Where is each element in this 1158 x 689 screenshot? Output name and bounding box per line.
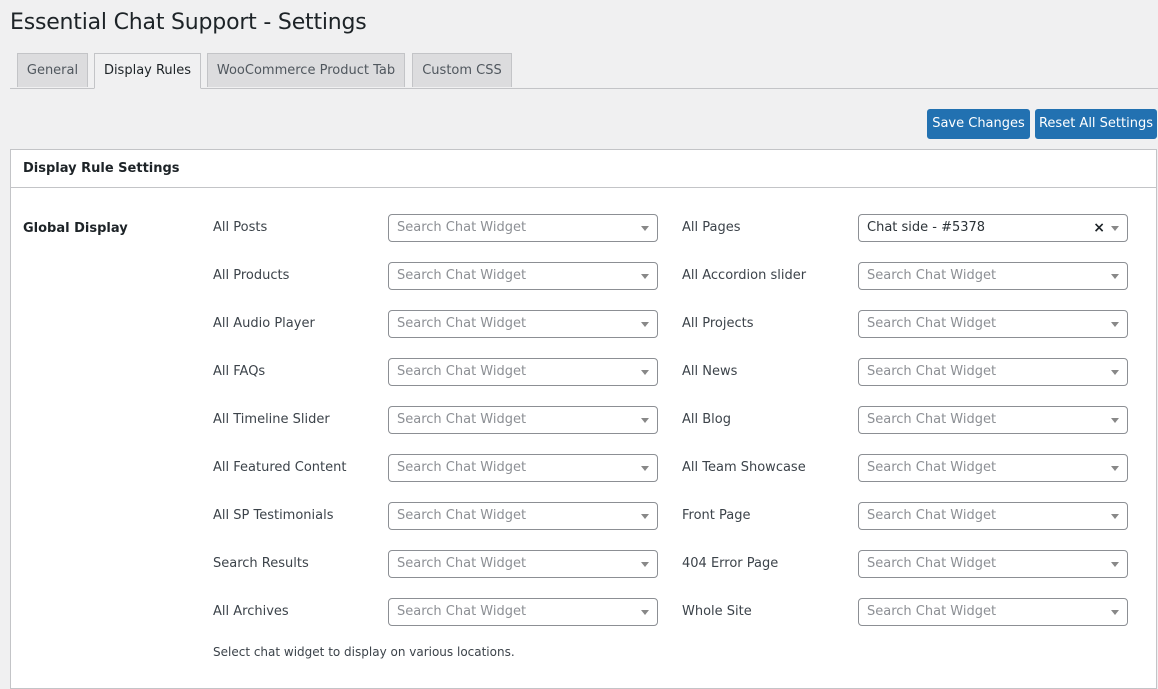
widget-select-search-results[interactable]: Search Chat Widget [388, 550, 658, 578]
tab-woocommerce-product-tab[interactable]: WooCommerce Product Tab [207, 53, 405, 87]
widget-select-all-team-showcase[interactable]: Search Chat Widget [858, 454, 1128, 482]
tab-display-rules[interactable]: Display Rules [94, 53, 201, 89]
dropdown-arrow-icon[interactable] [1111, 610, 1119, 615]
select-placeholder: Search Chat Widget [397, 364, 527, 379]
dropdown-arrow-icon[interactable] [1111, 274, 1119, 279]
dropdown-arrow-icon[interactable] [641, 274, 649, 279]
field-label-all-timeline-slider: All Timeline Slider [213, 412, 330, 427]
panel-title: Display Rule Settings [11, 150, 1156, 188]
display-rule-settings-panel: Display Rule Settings Global Display All… [10, 149, 1157, 689]
select-placeholder: Search Chat Widget [397, 412, 527, 427]
select-placeholder: Search Chat Widget [397, 220, 527, 235]
selected-value: Chat side - #5378 [867, 220, 986, 235]
select-placeholder: Search Chat Widget [397, 556, 527, 571]
field-label-404-error-page: 404 Error Page [682, 556, 779, 571]
widget-select-all-projects[interactable]: Search Chat Widget [858, 310, 1128, 338]
dropdown-arrow-icon[interactable] [1111, 370, 1119, 375]
dropdown-arrow-icon[interactable] [641, 322, 649, 327]
dropdown-arrow-icon[interactable] [1111, 562, 1119, 567]
select-placeholder: Search Chat Widget [867, 364, 997, 379]
widget-select-all-featured-content[interactable]: Search Chat Widget [388, 454, 658, 482]
global-display-label: Global Display [23, 221, 128, 236]
help-text: Select chat widget to display on various… [213, 645, 515, 659]
widget-select-all-archives[interactable]: Search Chat Widget [388, 598, 658, 626]
widget-select-all-pages[interactable]: Chat side - #5378 × [858, 214, 1128, 242]
field-label-all-posts: All Posts [213, 220, 268, 235]
clear-selection-icon[interactable]: × [1093, 215, 1105, 241]
select-placeholder: Search Chat Widget [397, 316, 527, 331]
dropdown-arrow-icon[interactable] [1111, 418, 1119, 423]
select-placeholder: Search Chat Widget [867, 412, 997, 427]
field-label-front-page: Front Page [682, 508, 751, 523]
dropdown-arrow-icon[interactable] [1111, 514, 1119, 519]
widget-select-all-posts[interactable]: Search Chat Widget [388, 214, 658, 242]
widget-select-all-blog[interactable]: Search Chat Widget [858, 406, 1128, 434]
field-label-all-team-showcase: All Team Showcase [682, 460, 806, 475]
dropdown-arrow-icon[interactable] [1111, 322, 1119, 327]
page-title: Essential Chat Support - Settings [10, 10, 367, 35]
dropdown-arrow-icon[interactable] [641, 370, 649, 375]
dropdown-arrow-icon[interactable] [641, 418, 649, 423]
widget-select-all-sp-testimonials[interactable]: Search Chat Widget [388, 502, 658, 530]
reset-all-settings-button[interactable]: Reset All Settings [1035, 109, 1157, 139]
dropdown-arrow-icon[interactable] [1111, 226, 1119, 231]
widget-select-all-accordion-slider[interactable]: Search Chat Widget [858, 262, 1128, 290]
widget-select-all-timeline-slider[interactable]: Search Chat Widget [388, 406, 658, 434]
widget-select-whole-site[interactable]: Search Chat Widget [858, 598, 1128, 626]
widget-select-all-audio-player[interactable]: Search Chat Widget [388, 310, 658, 338]
select-placeholder: Search Chat Widget [867, 268, 997, 283]
field-label-all-accordion-slider: All Accordion slider [682, 268, 807, 283]
field-label-all-audio-player: All Audio Player [213, 316, 315, 331]
field-label-all-blog: All Blog [682, 412, 731, 427]
widget-select-all-news[interactable]: Search Chat Widget [858, 358, 1128, 386]
select-placeholder: Search Chat Widget [397, 268, 527, 283]
select-placeholder: Search Chat Widget [867, 460, 997, 475]
field-label-all-archives: All Archives [213, 604, 289, 619]
field-label-search-results: Search Results [213, 556, 309, 571]
field-label-all-news: All News [682, 364, 738, 379]
field-label-all-featured-content: All Featured Content [213, 460, 347, 475]
tab-custom-css[interactable]: Custom CSS [412, 53, 512, 87]
settings-tabs: General Display Rules WooCommerce Produc… [10, 53, 1158, 89]
field-label-all-sp-testimonials: All SP Testimonials [213, 508, 334, 523]
widget-select-all-faqs[interactable]: Search Chat Widget [388, 358, 658, 386]
widget-select-front-page[interactable]: Search Chat Widget [858, 502, 1128, 530]
widget-select-all-products[interactable]: Search Chat Widget [388, 262, 658, 290]
select-placeholder: Search Chat Widget [867, 604, 997, 619]
select-placeholder: Search Chat Widget [867, 316, 997, 331]
dropdown-arrow-icon[interactable] [641, 466, 649, 471]
select-placeholder: Search Chat Widget [867, 508, 997, 523]
field-label-all-faqs: All FAQs [213, 364, 266, 379]
select-placeholder: Search Chat Widget [397, 604, 527, 619]
dropdown-arrow-icon[interactable] [641, 610, 649, 615]
tab-general[interactable]: General [17, 53, 88, 87]
save-changes-button[interactable]: Save Changes [927, 109, 1030, 139]
dropdown-arrow-icon[interactable] [641, 562, 649, 567]
field-label-all-projects: All Projects [682, 316, 754, 331]
field-label-all-pages: All Pages [682, 220, 741, 235]
field-label-whole-site: Whole Site [682, 604, 752, 619]
dropdown-arrow-icon[interactable] [1111, 466, 1119, 471]
field-label-all-products: All Products [213, 268, 290, 283]
dropdown-arrow-icon[interactable] [641, 226, 649, 231]
select-placeholder: Search Chat Widget [867, 556, 997, 571]
select-placeholder: Search Chat Widget [397, 508, 527, 523]
widget-select-404-error-page[interactable]: Search Chat Widget [858, 550, 1128, 578]
dropdown-arrow-icon[interactable] [641, 514, 649, 519]
select-placeholder: Search Chat Widget [397, 460, 527, 475]
